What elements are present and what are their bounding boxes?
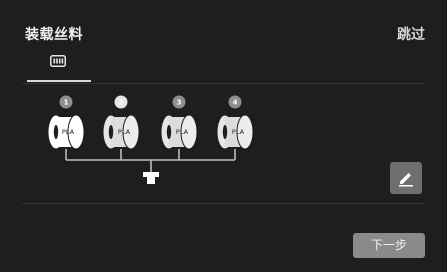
pencil-icon xyxy=(399,173,413,187)
slot-number: 4 xyxy=(233,99,238,107)
slot-number: 2 xyxy=(119,99,124,107)
feed-tube-lines xyxy=(65,149,236,173)
extruder-hub-icon xyxy=(143,172,159,184)
next-step-button[interactable]: 下一步 xyxy=(353,233,425,258)
slot-number: 1 xyxy=(64,99,69,107)
material-label: PLA xyxy=(176,128,189,136)
divider xyxy=(22,83,425,84)
divider xyxy=(22,203,425,204)
filament-slots-diagram: 1 PLA 2 PLA 3 PLA 4 PLA xyxy=(47,95,254,184)
tab-active-indicator xyxy=(27,80,91,82)
ams-slots-icon xyxy=(50,55,66,67)
material-label: PLA xyxy=(62,128,75,136)
filament-slot-1[interactable]: 1 PLA xyxy=(47,95,85,150)
material-label: PLA xyxy=(118,128,131,136)
material-label: PLA xyxy=(232,128,245,136)
tab-ams-unit-1[interactable] xyxy=(27,52,91,82)
filament-slot-2[interactable]: 2 PLA xyxy=(102,95,140,150)
load-filament-screen: 装载丝料 跳过 1 PLA 2 PLA 3 PLA 4 PLA 下一步 xyxy=(0,0,447,272)
page-title: 装载丝料 xyxy=(25,27,83,43)
edit-button[interactable] xyxy=(390,162,422,194)
slot-number: 3 xyxy=(177,99,182,107)
filament-slot-3[interactable]: 3 PLA xyxy=(160,95,198,150)
skip-button[interactable]: 跳过 xyxy=(397,24,425,44)
filament-slot-4[interactable]: 4 PLA xyxy=(216,95,254,150)
